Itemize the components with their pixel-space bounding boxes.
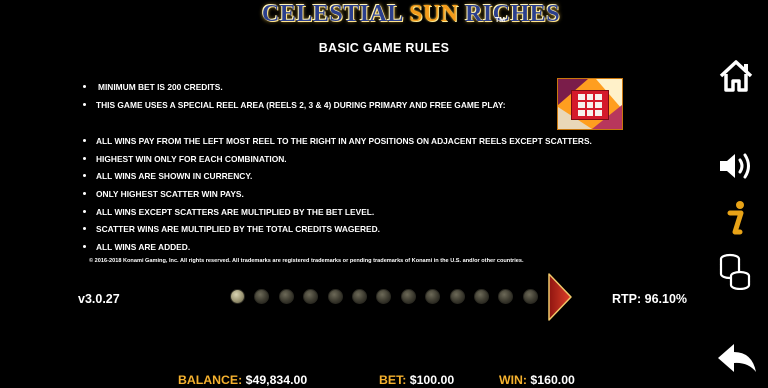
trademark-mark: TM [495,17,506,24]
rule-text: MINIMUM BET IS 200 CREDITS. [98,82,223,92]
page-dot[interactable] [474,289,489,304]
home-icon [719,60,753,92]
back-button[interactable] [714,340,760,380]
game-logo-text: CELESTIAL SUN RICHES [262,1,560,28]
win-display: WIN: $160.00 [499,373,575,387]
page-dot[interactable] [303,289,319,304]
chevron-right-icon [548,273,572,321]
bullet-icon [83,210,86,213]
bullet-icon [83,103,86,106]
sound-button[interactable] [716,146,756,186]
rule-text: SCATTER WINS ARE MULTIPLIED BY THE TOTAL… [96,224,380,234]
page-dot[interactable] [376,289,392,304]
bullet-icon [83,192,86,195]
page-dot[interactable] [449,289,465,304]
info-icon [727,201,744,235]
copyright-notice: © 2016-2018 Konami Gaming, Inc. All righ… [89,258,524,264]
bet-label: BET: [379,373,407,387]
win-label: WIN: [499,373,527,387]
rule-text: ALL WINS PAY FROM THE LEFT MOST REEL TO … [96,136,592,146]
logo-word-celestial: CELESTIAL [262,1,410,27]
rule-text: ALL WINS ARE ADDED. [96,242,191,252]
rule-text: HIGHEST WIN ONLY FOR EACH COMBINATION. [96,154,287,164]
balance-label: BALANCE: [178,373,243,387]
page-dot[interactable] [498,289,514,304]
next-page-button[interactable] [547,272,573,322]
bet-value: $100.00 [409,373,455,387]
bullet-icon [83,85,86,88]
rule-text: ONLY HIGHEST SCATTER WIN PAYS. [96,189,244,199]
version-label: v3.0.27 [78,292,120,306]
speaker-icon [720,153,750,179]
special-reel-area-image [557,78,623,130]
page-dot[interactable] [327,289,343,304]
page-dot[interactable] [352,289,367,304]
bullet-icon [83,174,86,177]
logo-word-sun: SUN [409,1,459,27]
back-icon [718,344,756,372]
logo-word-riches: RICHES [458,1,561,27]
page-dot[interactable] [522,289,538,304]
paytable-coins-button[interactable] [716,250,756,291]
bullet-icon [83,245,86,248]
game-logo: CELESTIAL SUN RICHES [262,0,560,30]
rule-text: THIS GAME USES A SPECIAL REEL AREA (REEL… [96,100,506,110]
win-value: $160.00 [530,373,575,387]
balance-value: $49,834.00 [245,373,308,387]
rtp-label: RTP: 96.10% [612,292,688,306]
page-dot[interactable] [425,289,441,304]
rule-text: ALL WINS ARE SHOWN IN CURRENCY. [96,171,253,181]
page-dot[interactable] [230,289,245,304]
reel-grid-icon [571,90,609,120]
bullet-icon [83,157,86,160]
balance-display: BALANCE: $49,834.00 [178,373,307,387]
bullet-icon [83,139,86,142]
bet-display: BET: $100.00 [379,373,454,387]
page-dot[interactable] [400,289,416,304]
bullet-icon [83,227,86,230]
page-dot[interactable] [278,289,294,304]
coins-icon [719,253,751,291]
rule-text: ALL WINS EXCEPT SCATTERS ARE MULTIPLIED … [96,207,375,217]
home-button[interactable] [716,56,756,96]
page-title: BASIC GAME RULES [318,41,450,55]
page-dot[interactable] [254,289,270,304]
info-button[interactable] [716,198,756,238]
